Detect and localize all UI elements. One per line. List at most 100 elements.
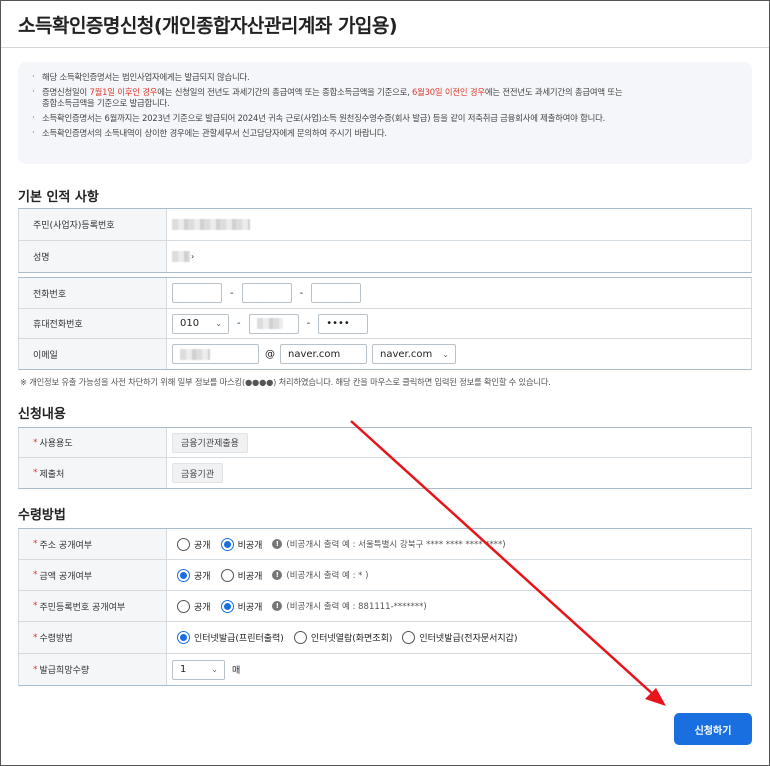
copies-unit: 매 xyxy=(232,666,241,676)
required-mark: * xyxy=(33,601,38,611)
info-icon: ! xyxy=(272,601,283,611)
mobile-last-input[interactable]: •••• xyxy=(318,313,369,334)
section-title-basic: 기본 인적 사항 xyxy=(18,190,99,205)
name-label: 성명 xyxy=(19,241,167,272)
copies-select[interactable]: 1 ⌄ xyxy=(172,659,225,680)
notice-highlight: 7월1일 이후인 경우 xyxy=(89,87,158,97)
table-row: 전화번호 - - xyxy=(19,278,751,309)
notice-line: · 해당 소득확인증명서는 법인사업자에게는 발급되지 않습니다. xyxy=(30,72,740,83)
amount-label: * 금액 공개여부 xyxy=(19,560,167,590)
notice-text: 에는 신청일의 전년도 과세기간의 총급여액 또는 종합소득금액을 기준으로, xyxy=(157,87,413,97)
notice-line: · 증명신청일이 7월1일 이후인 경우에는 신청일의 전년도 과세기간의 총급여… xyxy=(30,87,740,109)
required-mark: * xyxy=(33,632,38,643)
mobile-middle-input[interactable] xyxy=(248,313,299,334)
rrn-options: 공개 비공개 ! (비공개시 출력 예 : 881111-*******) xyxy=(167,591,751,621)
title-divider xyxy=(1,47,769,48)
use-label: * 사용용도 xyxy=(19,428,167,457)
radio-off-icon xyxy=(177,537,190,551)
address-options: 공개 비공개 ! (비공개시 출력 예 : 서울특별시 강북구 **** ****… xyxy=(167,529,751,559)
mobile-last-value: •••• xyxy=(326,318,350,329)
bullet-icon: · xyxy=(32,113,35,123)
radio-label: 인터넷발급(프린터출력) xyxy=(194,634,284,644)
copies-cell: 1 ⌄ 매 xyxy=(167,654,751,685)
required-mark: * xyxy=(33,468,38,478)
dash: - xyxy=(306,318,311,329)
rrn-label-text: 주민등록번호 공개여부 xyxy=(39,602,126,613)
bullet-icon: · xyxy=(32,72,35,82)
section-title-request: 신청내용 xyxy=(18,407,66,422)
email-domain-input[interactable]: naver.com xyxy=(280,344,367,364)
masked-email-id xyxy=(180,348,210,360)
basic-info-table: 주민(사업자)등록번호 성명 › xyxy=(18,208,752,273)
masked-mobile-middle xyxy=(256,318,283,329)
phone-label: 전화번호 xyxy=(19,278,167,308)
section-title-receipt: 수령방법 xyxy=(18,508,66,523)
chevron-down-icon: ⌄ xyxy=(442,349,449,359)
address-hint: ! (비공개시 출력 예 : 서울특별시 강북구 **** **** **** *… xyxy=(272,538,506,550)
copies-label: * 발급희망수량 xyxy=(19,654,167,685)
radio-label: 공개 xyxy=(194,571,211,582)
phone-part3-input[interactable] xyxy=(311,283,362,303)
mobile-label: 휴대전화번호 xyxy=(19,309,167,338)
method-label: * 수령방법 xyxy=(19,622,167,653)
id-label: 주민(사업자)등록번호 xyxy=(19,209,167,240)
notice-text: 증명신청일이 xyxy=(42,87,90,97)
dash: - xyxy=(299,287,304,299)
submit-button[interactable]: 신청하기 xyxy=(674,713,752,745)
amount-label-text: 금액 공개여부 xyxy=(39,571,93,582)
method-options: 인터넷발급(프린터출력) 인터넷열람(화면조회) 인터넷발급(전자문서지갑) xyxy=(167,622,751,653)
address-public-radio[interactable]: 공개 xyxy=(177,537,211,551)
amount-private-radio[interactable]: 비공개 xyxy=(220,568,263,582)
notice-text: 에는 전전년도 과세기간의 총급여액 또는 xyxy=(484,87,623,97)
radio-on-icon xyxy=(177,568,190,582)
table-row: 성명 › xyxy=(19,241,751,272)
address-private-radio[interactable]: 비공개 xyxy=(220,537,262,551)
table-row: 주민(사업자)등록번호 xyxy=(19,209,751,241)
id-value xyxy=(167,209,751,240)
method-view-radio[interactable]: 인터넷열람(화면조회) xyxy=(293,631,393,644)
info-icon: ! xyxy=(272,539,283,549)
table-row: * 주소 공개여부 공개 비공개 ! (비공개시 출력 예 : 서울특별시 강북구 … xyxy=(19,529,751,560)
radio-label: 비공개 xyxy=(237,571,263,582)
hint-text: (비공개시 출력 예 : * ) xyxy=(286,571,369,581)
bullet-icon: · xyxy=(32,87,35,97)
phone-part1-input[interactable] xyxy=(172,283,222,303)
notice-text: 소득확인증명서는 6월까지는 2023년 기준으로 발급되어 2024년 귀속 … xyxy=(42,113,606,123)
table-row: * 발급희망수량 1 ⌄ 매 xyxy=(19,654,751,685)
radio-on-icon xyxy=(177,631,190,644)
radio-on-icon xyxy=(220,537,234,551)
submit-to-value: 금융기관 xyxy=(172,463,224,483)
amount-public-radio[interactable]: 공개 xyxy=(177,568,211,582)
radio-on-icon xyxy=(220,599,234,613)
notice-text: 소득확인증명서의 소득내역이 상이한 경우에는 관할세무서 신고담당자에게 문의… xyxy=(42,128,387,138)
required-mark: * xyxy=(33,570,38,580)
method-print-radio[interactable]: 인터넷발급(프린터출력) xyxy=(177,631,284,644)
rrn-private-radio[interactable]: 비공개 xyxy=(220,599,262,613)
page-title: 소득확인증명신청(개인종합자산관리계좌 가입용) xyxy=(18,15,398,37)
notice-text: 종합소득금액을 기준으로 발급합니다. xyxy=(42,98,170,108)
submit-to-cell: 금융기관 xyxy=(167,458,751,488)
radio-label: 공개 xyxy=(194,602,211,613)
hint-text: (비공개시 출력 예 : 881111-*******) xyxy=(286,602,427,612)
use-label-text: 사용용도 xyxy=(39,439,73,449)
amount-radio-group: 공개 비공개 ! (비공개시 출력 예 : * ) xyxy=(177,568,368,582)
table-row: 이메일 @ naver.com naver.com ⌄ xyxy=(19,339,751,369)
rrn-hint: ! (비공개시 출력 예 : 881111-*******) xyxy=(272,600,427,612)
mobile-prefix-select[interactable]: 010 ⌄ xyxy=(172,313,229,334)
required-mark: * xyxy=(33,539,38,549)
mobile-fields: 010 ⌄ - - •••• xyxy=(167,309,751,338)
amount-hint: ! (비공개시 출력 예 : * ) xyxy=(272,569,368,581)
radio-label: 공개 xyxy=(194,540,211,551)
email-domain-select[interactable]: naver.com ⌄ xyxy=(372,344,456,364)
name-value: › xyxy=(167,241,751,272)
chevron-down-icon: ⌄ xyxy=(215,319,222,328)
bullet-icon: · xyxy=(32,128,35,138)
rrn-label: * 주민등록번호 공개여부 xyxy=(19,591,167,621)
radio-label: 인터넷열람(화면조회) xyxy=(310,634,393,644)
email-id-input[interactable] xyxy=(172,344,259,364)
submit-to-label-text: 제출처 xyxy=(39,469,65,480)
rrn-public-radio[interactable]: 공개 xyxy=(177,599,211,613)
phone-part2-input[interactable] xyxy=(241,283,292,303)
method-doc-radio[interactable]: 인터넷발급(전자문서지갑) xyxy=(402,631,517,644)
address-label: * 주소 공개여부 xyxy=(19,529,167,559)
